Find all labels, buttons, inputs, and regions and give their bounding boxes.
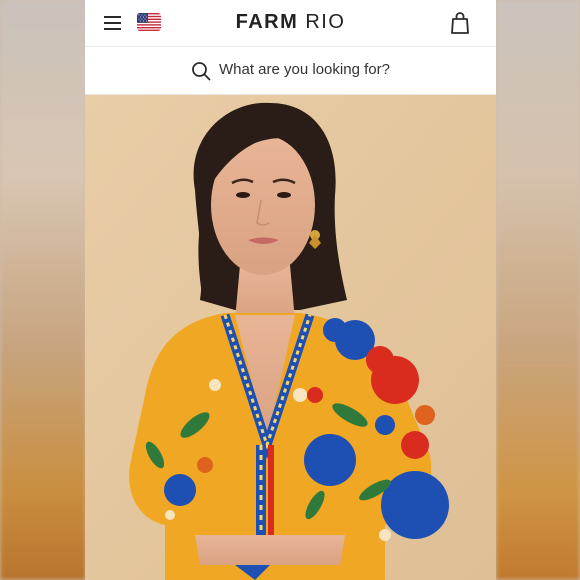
search-icon[interactable] [191, 61, 211, 81]
blurred-left-border [0, 0, 86, 580]
mobile-page: FARM RIO What are you looking for? [85, 0, 496, 580]
search-bar[interactable]: What are you looking for? [85, 47, 496, 95]
model-photo-illustration [85, 95, 496, 580]
hero-product-image[interactable] [85, 95, 496, 580]
screenshot-frame: FARM RIO What are you looking for? [0, 0, 580, 580]
search-input[interactable]: What are you looking for? [219, 61, 390, 78]
shopping-bag-icon[interactable] [449, 11, 471, 35]
brand-logo[interactable]: FARM RIO [85, 11, 496, 34]
brand-logo-secondary: RIO [305, 11, 346, 33]
blurred-right-border [496, 0, 580, 580]
top-navigation-bar: FARM RIO [85, 0, 496, 47]
brand-logo-primary: FARM [235, 11, 299, 33]
